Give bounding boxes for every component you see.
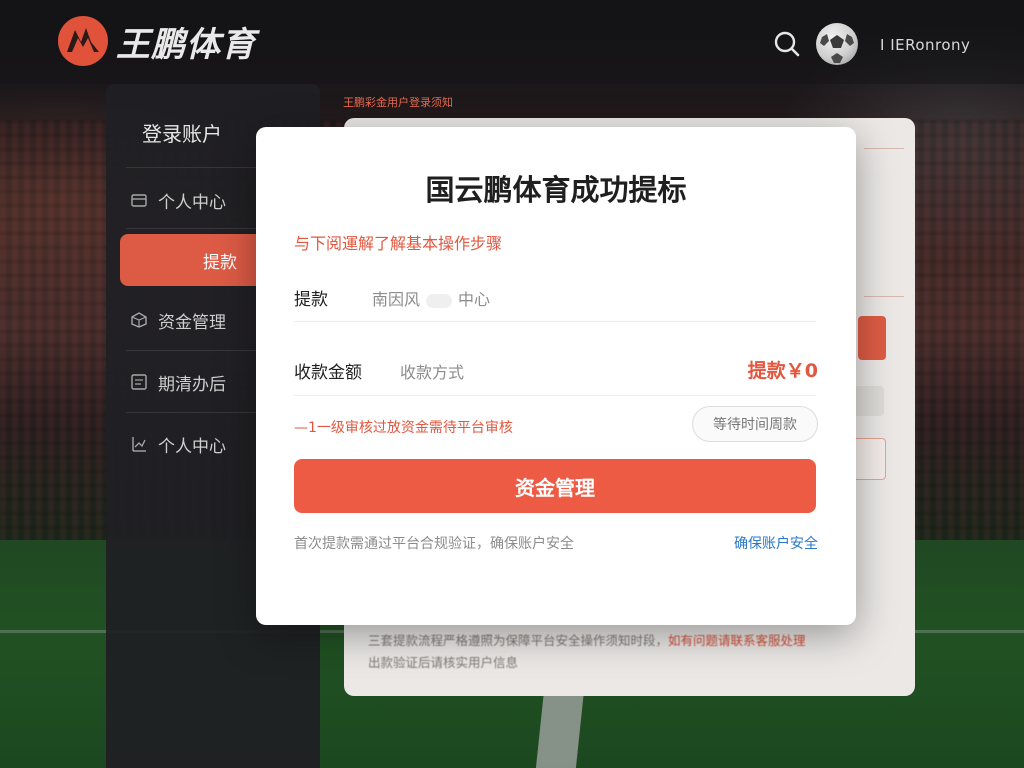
search-icon[interactable] bbox=[773, 30, 801, 58]
withdraw-value: 南因风 中心 bbox=[372, 286, 490, 310]
logo-text: 王鹏体育 bbox=[116, 24, 256, 65]
sidebar-item-label: 个人中心 bbox=[158, 436, 226, 457]
sidebar-item-label: 资金管理 bbox=[158, 312, 226, 333]
panel-divider bbox=[864, 148, 904, 149]
panel-divider bbox=[864, 296, 904, 297]
account-security-link[interactable]: 确保账户安全 bbox=[734, 533, 818, 553]
top-header: 王鹏体育 I IERonrony bbox=[0, 0, 1024, 84]
panel-input[interactable] bbox=[852, 386, 884, 416]
row-divider bbox=[294, 321, 816, 322]
receive-amount-label: 收款金额 bbox=[294, 363, 362, 383]
withdraw-value-text: 中心 bbox=[458, 290, 491, 309]
success-modal: 国云鹏体育成功提标 与下阅運解了解基本操作步骤 提款 南因风 中心 收款金额 收款… bbox=[256, 127, 856, 625]
box-icon bbox=[131, 312, 147, 328]
sidebar-title: 登录账户 bbox=[142, 122, 222, 146]
panel-submit-button[interactable] bbox=[858, 316, 886, 360]
brand-logo[interactable]: 王鹏体育 bbox=[58, 16, 256, 66]
review-notice: —1一级审核过放资金需待平台审核 bbox=[294, 420, 513, 436]
withdraw-label: 提款 bbox=[294, 290, 328, 310]
row-divider bbox=[294, 395, 816, 396]
masked-chip bbox=[426, 293, 453, 308]
chart-icon bbox=[132, 437, 146, 452]
note-highlight: 如有问题请联系客服处理 bbox=[668, 633, 806, 648]
username-label[interactable]: I IERonrony bbox=[880, 36, 970, 54]
sidebar-item-label: 提款 bbox=[203, 252, 237, 273]
note-text: 三套提款流程严格遵照为保障平台安全操作须知时段， bbox=[368, 633, 669, 648]
logo-mark-icon bbox=[58, 16, 108, 66]
modal-title: 国云鹏体育成功提标 bbox=[425, 173, 687, 207]
card-icon bbox=[131, 194, 147, 207]
sidebar-item-label: 期清办后 bbox=[158, 374, 226, 395]
background-caption: 王鹏彩金用户登录须知 bbox=[343, 96, 453, 109]
fund-management-button[interactable]: 资金管理 bbox=[294, 459, 816, 513]
modal-subtitle: 与下阅運解了解基本操作步骤 bbox=[294, 234, 503, 253]
footer-note: 首次提款需通过平台合规验证，确保账户安全 bbox=[294, 536, 574, 552]
receive-method[interactable]: 收款方式 bbox=[400, 359, 464, 383]
withdraw-amount: 提款￥0 bbox=[747, 360, 818, 382]
user-avatar[interactable] bbox=[816, 23, 858, 65]
list-icon bbox=[131, 374, 147, 390]
note-text: 出款验证后请核实用户信息 bbox=[368, 655, 519, 670]
background-note: 三套提款流程严格遵照为保障平台安全操作须知时段，如有问题请联系客服处理 出款验证… bbox=[368, 630, 888, 674]
withdraw-value-text: 南因风 bbox=[372, 290, 421, 309]
sidebar-item-label: 个人中心 bbox=[158, 192, 226, 213]
wait-time-button[interactable]: 等待时间周款 bbox=[692, 406, 818, 442]
